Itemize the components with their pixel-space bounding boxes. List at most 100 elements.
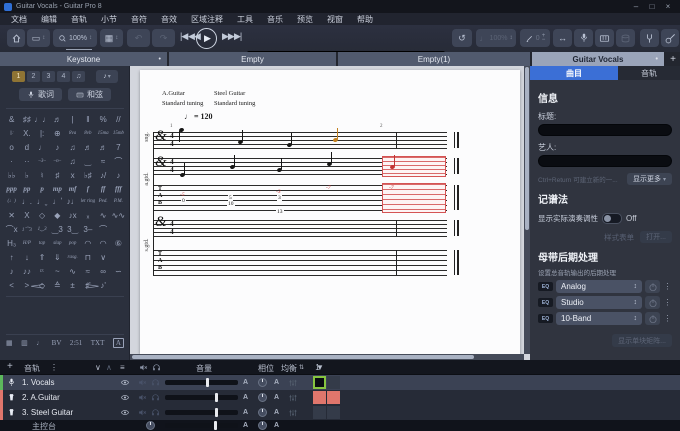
- notation-icon[interactable]: 8vb: [80, 126, 95, 140]
- chords-button[interactable]: 和弦: [68, 88, 111, 101]
- eq-sliders-icon[interactable]: [288, 393, 298, 403]
- zoom-control[interactable]: 100%↕: [53, 29, 97, 47]
- notation-icon[interactable]: //: [111, 112, 126, 126]
- mute-all-icon[interactable]: [139, 363, 148, 372]
- tab-fret-number[interactable]: 10: [227, 201, 235, 207]
- menu-item[interactable]: 预览: [290, 14, 320, 25]
- tab-fret-number[interactable]: 0: [181, 198, 186, 204]
- notation-icon[interactable]: d: [19, 140, 34, 154]
- more-options-icon[interactable]: ⋮: [663, 296, 672, 309]
- notation-icon[interactable]: ↑: [4, 250, 19, 264]
- relative-tempo-control[interactable]: ♩100%↕: [476, 29, 516, 47]
- volume-slider[interactable]: [165, 380, 238, 385]
- sidebar-tool-icon[interactable]: ♩: [36, 339, 43, 347]
- notation-icon[interactable]: ⇑: [35, 250, 50, 264]
- notation-icon[interactable]: ♯: [50, 168, 65, 182]
- mute-icon[interactable]: [138, 378, 147, 387]
- tracks-menu-icon[interactable]: ⋮: [50, 363, 58, 372]
- notation-icon[interactable]: ∿: [96, 208, 111, 222]
- slider-handle[interactable]: [206, 378, 209, 387]
- solo-headphones-icon[interactable]: [151, 408, 160, 417]
- volume-slider[interactable]: [165, 395, 238, 400]
- menu-item[interactable]: 音效: [154, 14, 184, 25]
- notation-icon[interactable]: rasg.: [65, 250, 80, 264]
- notation-icon[interactable]: P.M.: [111, 194, 126, 208]
- note[interactable]: [287, 143, 292, 147]
- maximize-button[interactable]: □: [644, 1, 660, 13]
- power-button[interactable]: [645, 280, 660, 293]
- notation-icon[interactable]: ∞: [96, 264, 111, 278]
- menu-item[interactable]: 视窗: [320, 14, 350, 25]
- note[interactable]: [179, 128, 184, 132]
- solo-all-icon[interactable]: [152, 363, 161, 372]
- menu-item[interactable]: 音符: [124, 14, 154, 25]
- measure-cell[interactable]: [313, 391, 326, 404]
- notation-icon[interactable]: ♪': [96, 278, 111, 292]
- notation-icon[interactable]: ♪/: [96, 168, 111, 182]
- undo-button[interactable]: ↶: [127, 29, 150, 47]
- notation-icon[interactable]: 8va: [65, 126, 80, 140]
- notation-icon[interactable]: ♪: [111, 168, 126, 182]
- notation-icon[interactable]: tap: [35, 236, 50, 250]
- tab-fret-number-selected[interactable]: -3: [275, 189, 282, 195]
- lyrics-button[interactable]: 歌词: [19, 88, 62, 101]
- expand-icon[interactable]: ∧: [106, 363, 112, 372]
- score-area[interactable]: A.Guitar Standard tuning Steel Guitar St…: [130, 66, 530, 360]
- notation-icon[interactable]: ♮: [35, 168, 50, 182]
- menu-item[interactable]: 区域注释: [184, 14, 230, 25]
- notation-icon[interactable]: ♩♩: [35, 112, 50, 126]
- voice-button[interactable]: 2: [27, 71, 40, 82]
- menu-item[interactable]: 音乐: [260, 14, 290, 25]
- zoom-slider[interactable]: [66, 49, 92, 50]
- measure-cell[interactable]: [327, 391, 340, 404]
- notation-icon[interactable]: ≙: [50, 278, 65, 292]
- power-button[interactable]: [645, 296, 660, 309]
- notation-icon[interactable]: ‿: [80, 154, 95, 168]
- notation-icon[interactable]: 1‿3: [35, 222, 50, 236]
- pan-knob[interactable]: [258, 408, 267, 417]
- notation-icon[interactable]: ♫: [65, 154, 80, 168]
- eq-sliders-icon[interactable]: [288, 408, 298, 418]
- notation-icon[interactable]: ±: [65, 278, 80, 292]
- notation-icon[interactable]: ≈: [96, 154, 111, 168]
- notation-icon[interactable]: ♭: [19, 168, 34, 182]
- notation-icon[interactable]: [111, 278, 126, 292]
- virtual-keyboard-button[interactable]: [595, 29, 614, 47]
- notation-icon[interactable]: 1⌒3: [19, 222, 34, 236]
- power-button[interactable]: [645, 312, 660, 325]
- notation-icon[interactable]: |:: [35, 126, 50, 140]
- voice-button[interactable]: ♫: [72, 71, 85, 82]
- sidebar-tool-icon[interactable]: A: [113, 338, 124, 348]
- tuner-button[interactable]: [640, 29, 659, 47]
- visibility-eye-icon[interactable]: [120, 408, 130, 417]
- notation-icon[interactable]: ♪♩: [65, 194, 80, 208]
- notation-icon[interactable]: –3–: [35, 154, 50, 168]
- notation-icon[interactable]: ∽: [111, 264, 126, 278]
- master-row[interactable]: 主控台 A A: [0, 420, 680, 431]
- mic-input-button[interactable]: [574, 29, 593, 47]
- notation-icon[interactable]: ♪: [4, 264, 19, 278]
- go-end-button[interactable]: ▶|: [234, 31, 241, 42]
- notation-icon[interactable]: ⑥: [111, 236, 126, 250]
- sidebar-tool-icon[interactable]: TXT: [91, 339, 105, 347]
- slider-handle[interactable]: [215, 393, 218, 402]
- tab-fret-number-selected[interactable]: -7: [388, 185, 395, 191]
- notation-icon[interactable]: ♩: [35, 140, 50, 154]
- notation-icon[interactable]: ♬: [96, 140, 111, 154]
- redo-button[interactable]: ↷: [152, 29, 175, 47]
- sidebar-tool-icon[interactable]: ▦: [6, 339, 13, 347]
- menu-item[interactable]: 音轨: [64, 14, 94, 25]
- note[interactable]: [327, 162, 332, 166]
- visibility-eye-icon[interactable]: [120, 393, 130, 402]
- notation-icon[interactable]: &: [4, 112, 19, 126]
- notation-icon[interactable]: 15ma: [96, 126, 111, 140]
- notation-icon[interactable]: 15mb: [111, 126, 126, 140]
- notation-icon[interactable]: ≈: [80, 264, 95, 278]
- fretboard-button[interactable]: [661, 29, 679, 47]
- notation-icon[interactable]: ♪: [50, 140, 65, 154]
- play-button[interactable]: ▶: [196, 28, 217, 49]
- forward-button[interactable]: ▶▶: [222, 31, 234, 42]
- score-tab[interactable]: Empty(1): [338, 52, 530, 66]
- notation-icon[interactable]: ♪x: [65, 208, 80, 222]
- solo-headphones-icon[interactable]: [151, 378, 160, 387]
